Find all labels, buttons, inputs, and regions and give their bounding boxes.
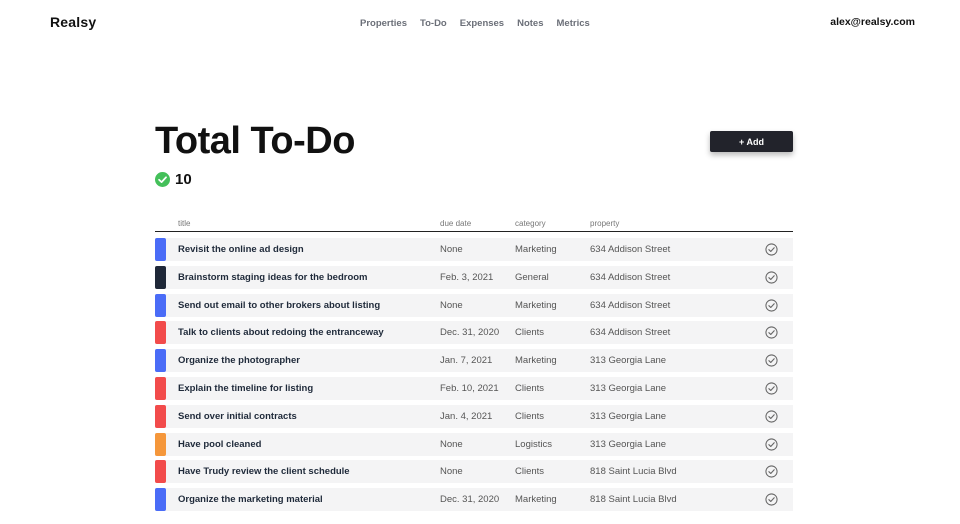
todo-property: 313 Georgia Lane	[590, 410, 667, 422]
table-row[interactable]: Talk to clients about redoing the entran…	[155, 321, 793, 345]
todo-due-date: None	[440, 438, 463, 450]
table-row[interactable]: Organize the marketing material Dec. 31, …	[155, 488, 793, 512]
todo-category: Clients	[515, 382, 545, 394]
todo-title[interactable]: Send over initial contracts	[178, 411, 297, 422]
todo-title[interactable]: Talk to clients about redoing the entran…	[178, 327, 384, 338]
category-color-marker	[155, 488, 166, 512]
table-row[interactable]: Organize the photographer Jan. 7, 2021 Mar…	[155, 349, 793, 373]
todo-due-date: Dec. 31, 2020	[440, 494, 500, 506]
nav-links: Properties To-Do Expenses Notes Metrics	[360, 18, 590, 29]
complete-check-icon[interactable]	[765, 410, 778, 423]
column-header-due-date[interactable]: due date	[440, 219, 471, 228]
complete-check-icon[interactable]	[765, 299, 778, 312]
category-color-marker	[155, 265, 166, 289]
nav-link-properties[interactable]: Properties	[360, 18, 407, 29]
todo-due-date: Dec. 31, 2020	[440, 327, 500, 339]
todo-property: 313 Georgia Lane	[590, 438, 667, 450]
complete-check-icon[interactable]	[765, 493, 778, 506]
todo-category: Marketing	[515, 299, 557, 311]
todo-title[interactable]: Brainstorm staging ideas for the bedroom	[178, 272, 368, 283]
todo-property: 634 Addison Street	[590, 244, 671, 255]
complete-check-icon[interactable]	[765, 271, 778, 284]
todo-due-date: Feb. 3, 2021	[440, 271, 494, 283]
todo-category: General	[515, 271, 549, 283]
category-color-marker	[155, 293, 166, 317]
brand-logo[interactable]: Realsy	[50, 14, 96, 30]
table-row[interactable]: Explain the timeline for listing Feb. 10,…	[155, 376, 793, 400]
category-color-marker	[155, 376, 166, 400]
todo-category: Marketing	[515, 355, 557, 367]
complete-check-icon[interactable]	[765, 437, 778, 451]
nav-link-notes[interactable]: Notes	[517, 18, 543, 29]
complete-check-icon[interactable]	[765, 382, 778, 395]
table-row[interactable]: Send over initial contracts Jan. 4, 2021 C…	[155, 404, 793, 428]
category-color-marker	[155, 238, 166, 261]
page-title: Total To-Do	[155, 120, 355, 162]
todo-title[interactable]: Have Trudy review the client schedule	[178, 466, 350, 477]
todo-title[interactable]: Send out email to other brokers about li…	[178, 300, 380, 311]
table-row[interactable]: Have pool cleaned None Logistics 313 Georgi…	[155, 432, 793, 456]
todo-property: 634 Addison Street	[590, 327, 671, 339]
todo-property: 634 Addison Street	[590, 299, 671, 311]
todo-due-date: None	[440, 299, 463, 311]
category-color-marker	[155, 432, 166, 456]
add-button[interactable]: + Add	[710, 131, 793, 152]
todo-title[interactable]: Revisit the online ad design	[178, 244, 304, 255]
todo-category: Marketing	[515, 494, 557, 506]
todo-title[interactable]: Organize the marketing material	[178, 494, 323, 505]
table-row[interactable]: Send out email to other brokers about li…	[155, 293, 793, 317]
category-color-marker	[155, 404, 166, 428]
nav-link-expenses[interactable]: Expenses	[460, 18, 504, 29]
category-color-marker	[155, 460, 166, 484]
todo-due-date: None	[440, 466, 463, 478]
todo-count: 10	[155, 171, 192, 188]
column-header-property[interactable]: property	[590, 219, 619, 228]
todo-category: Clients	[515, 410, 545, 422]
todo-category: Clients	[515, 466, 545, 478]
todo-category: Logistics	[515, 438, 552, 450]
todo-category: Marketing	[515, 244, 557, 255]
todo-due-date: None	[440, 244, 463, 255]
user-email[interactable]: alex@realsy.com	[830, 16, 915, 28]
todo-property: 818 Saint Lucia Blvd	[590, 466, 677, 478]
todo-property: 818 Saint Lucia Blvd	[590, 494, 677, 506]
column-header-category[interactable]: category	[515, 219, 546, 228]
table-row[interactable]: Revisit the online ad design None Marketin…	[155, 238, 793, 261]
todo-property: 313 Georgia Lane	[590, 355, 667, 367]
table-header: title due date category property	[155, 217, 793, 232]
table-body: Revisit the online ad design None Marketin…	[155, 238, 793, 512]
complete-check-icon[interactable]	[765, 326, 778, 339]
todo-due-date: Jan. 4, 2021	[440, 410, 493, 422]
check-circle-icon	[155, 172, 170, 187]
todo-category: Clients	[515, 327, 545, 339]
todo-due-date: Feb. 10, 2021	[440, 382, 499, 394]
todo-property: 313 Georgia Lane	[590, 382, 667, 394]
complete-check-icon[interactable]	[765, 243, 778, 256]
todo-count-value: 10	[175, 171, 192, 188]
top-navigation: Realsy Properties To-Do Expenses Notes M…	[0, 0, 960, 46]
todo-title[interactable]: Have pool cleaned	[178, 439, 261, 450]
todo-title[interactable]: Explain the timeline for listing	[178, 383, 313, 394]
nav-link-todo[interactable]: To-Do	[420, 18, 447, 29]
todo-property: 634 Addison Street	[590, 271, 671, 283]
complete-check-icon[interactable]	[765, 354, 778, 367]
category-color-marker	[155, 321, 166, 345]
column-header-title[interactable]: title	[178, 219, 190, 228]
todo-table: title due date category property Revisit…	[155, 217, 793, 512]
todo-title[interactable]: Organize the photographer	[178, 355, 300, 366]
table-row[interactable]: Brainstorm staging ideas for the bedroom…	[155, 265, 793, 289]
complete-check-icon[interactable]	[765, 465, 778, 478]
todo-due-date: Jan. 7, 2021	[440, 355, 493, 367]
nav-link-metrics[interactable]: Metrics	[557, 18, 590, 29]
category-color-marker	[155, 349, 166, 373]
table-row[interactable]: Have Trudy review the client schedule Non…	[155, 460, 793, 484]
